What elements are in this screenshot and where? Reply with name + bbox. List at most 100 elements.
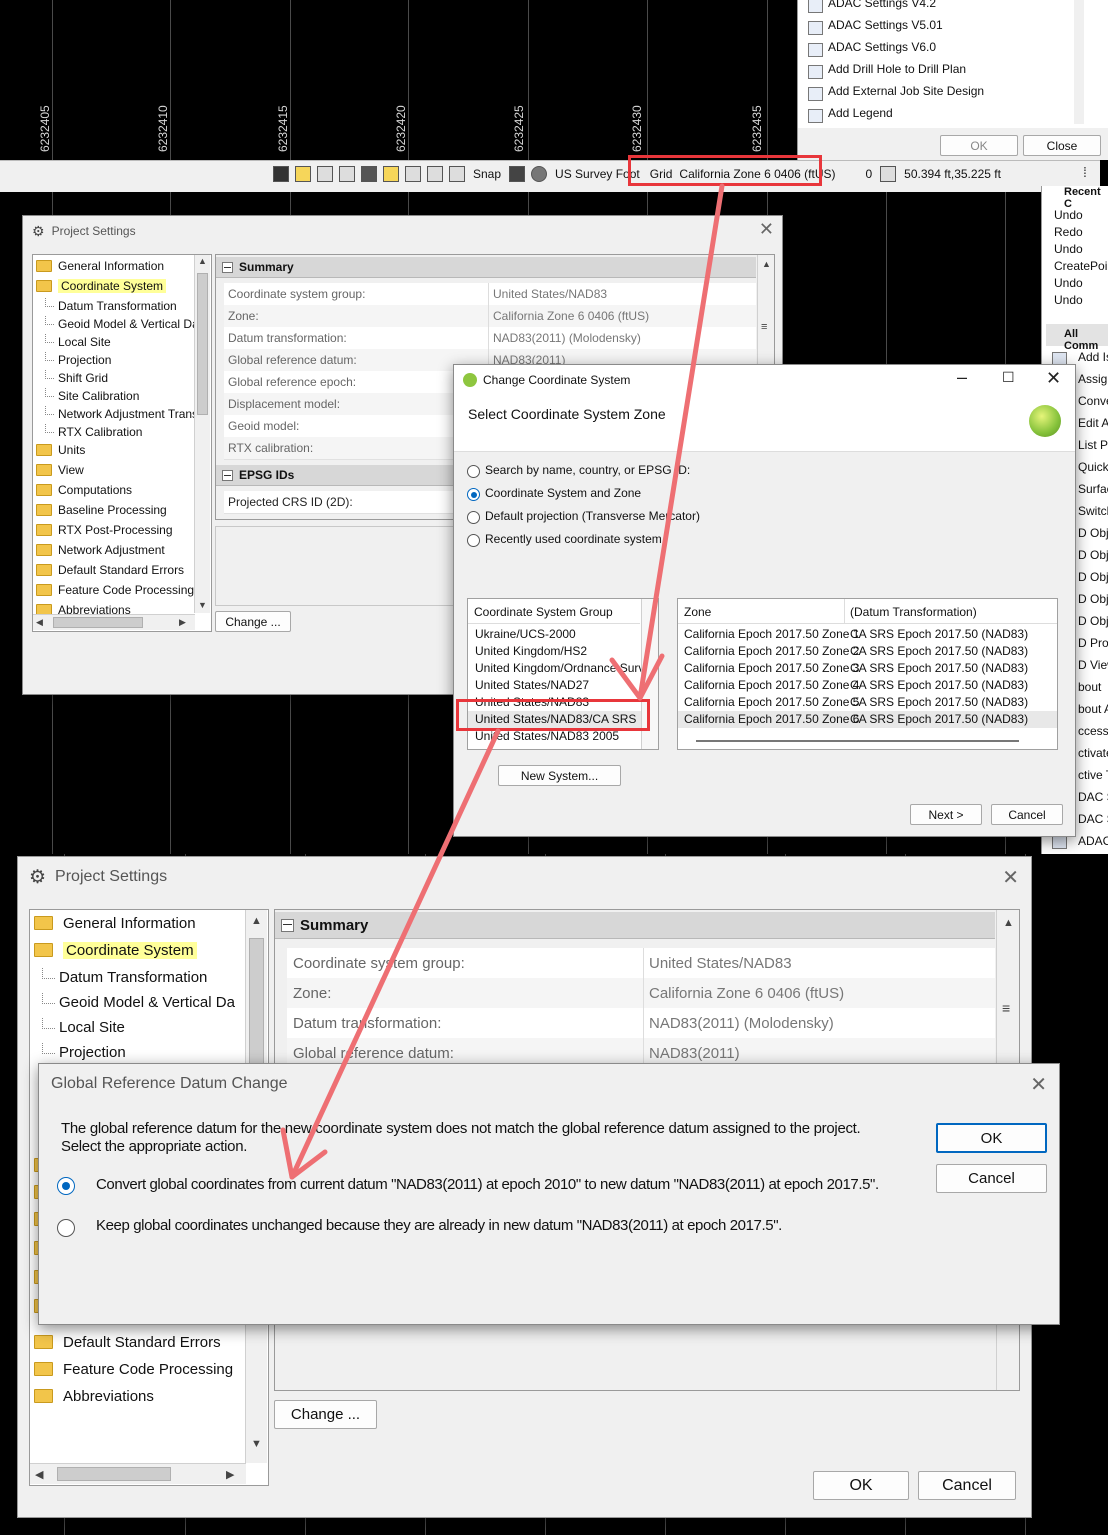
scroll-down-icon[interactable]: ▼ (198, 600, 207, 610)
command-item[interactable]: Conve (1078, 394, 1108, 408)
command-line-icon[interactable] (273, 166, 289, 182)
tree-item[interactable]: General Information (36, 257, 164, 275)
scroll-up-icon[interactable]: ▲ (251, 915, 262, 927)
command-item[interactable]: Add Is (1078, 350, 1108, 364)
scroll-right-icon[interactable]: ▶ (226, 1468, 234, 1481)
keep-radio[interactable] (57, 1219, 75, 1237)
scroll-left-icon[interactable]: ◀ (35, 1468, 43, 1481)
coordinate-group-item[interactable]: United Kingdom/HS2 (468, 643, 643, 660)
coordinate-group-item[interactable]: Ukraine/UCS-2000 (468, 626, 643, 643)
tree-horizontal-scrollbar[interactable]: ◀ ▶ (33, 614, 195, 630)
command-item[interactable]: D Obje (1078, 526, 1108, 540)
tree-item[interactable]: Default Standard Errors (34, 1330, 221, 1354)
settings-tree[interactable]: General Information Coordinate System Datu… (32, 254, 212, 632)
tree-item[interactable]: Network Adjustment (36, 541, 165, 559)
snap-label[interactable]: Snap (473, 167, 501, 181)
zone-item[interactable]: California Epoch 2017.50 Zone 3 (684, 660, 859, 677)
command-item[interactable]: D Proj (1078, 636, 1108, 650)
scroll-up-icon[interactable]: ▲ (1003, 917, 1014, 929)
menu-scrollbar[interactable] (1074, 0, 1084, 124)
tree-item[interactable]: RTX Post-Processing (36, 521, 173, 539)
tree-item[interactable]: Shift Grid (45, 369, 108, 387)
datum-transformation-item[interactable]: CA SRS Epoch 2017.50 (NAD83) (850, 660, 1028, 677)
command-item[interactable]: Switch (1078, 504, 1108, 518)
menu-close-button[interactable]: Close (1023, 135, 1101, 156)
tree-item[interactable]: Abbreviations (34, 1384, 154, 1408)
change-button[interactable]: Change ... (274, 1400, 377, 1429)
scroll-left-icon[interactable]: ◀ (36, 617, 43, 628)
command-item[interactable]: Surfac (1078, 482, 1108, 496)
ucs-icon[interactable] (449, 166, 465, 182)
command-item[interactable]: D Obje (1078, 614, 1108, 628)
command-item[interactable]: bout (1078, 680, 1101, 694)
polar-icon[interactable] (427, 166, 443, 182)
datum-transformation-item[interactable]: CA SRS Epoch 2017.50 (NAD83) (850, 626, 1028, 643)
scroll-up-icon[interactable]: ▲ (762, 259, 771, 269)
close-icon[interactable]: ✕ (1046, 368, 1061, 389)
coordinate-group-item[interactable]: United Kingdom/Ordnance Survey (468, 660, 657, 677)
tree-item[interactable]: Computations (36, 481, 132, 499)
tree-item[interactable]: View (36, 461, 84, 479)
zone-header[interactable]: Zone (684, 605, 711, 619)
datum-transformation-header[interactable]: (Datum Transformation) (850, 605, 977, 619)
tree-item[interactable]: Feature Code Processing (36, 581, 194, 599)
recent-command[interactable]: CreatePoint (1054, 259, 1108, 273)
command-item[interactable]: D Obje (1078, 570, 1108, 584)
coordinate-group-item[interactable]: United States/NAD27 (468, 677, 643, 694)
recent-command[interactable]: Undo (1054, 242, 1083, 256)
tree-item[interactable]: Coordinate System (34, 938, 197, 962)
menu-ok-button[interactable]: OK (940, 135, 1018, 156)
tree-item[interactable]: Local Site (45, 333, 111, 351)
scroll-up-icon[interactable]: ▲ (198, 256, 207, 266)
zone-item[interactable]: California Epoch 2017.50 Zone 6 (684, 711, 859, 728)
zone-item[interactable]: California Epoch 2017.50 Zone 4 (684, 677, 859, 694)
cancel-button[interactable]: Cancel (991, 804, 1063, 825)
tree-item[interactable]: Geoid Model & Vertical Da (42, 990, 235, 1014)
coordinate-option-radio[interactable] (467, 534, 480, 547)
command-item[interactable]: DAC S (1078, 812, 1108, 826)
tree-item[interactable]: Site Calibration (45, 387, 139, 405)
tree-item[interactable]: Projection (42, 1040, 126, 1064)
recent-command[interactable]: Redo (1054, 225, 1083, 239)
grid-toggle-icon[interactable] (383, 166, 399, 182)
tree-item[interactable]: Datum Transformation (42, 965, 207, 989)
ok-button[interactable]: OK (813, 1471, 909, 1500)
recent-command[interactable]: Undo (1054, 208, 1083, 222)
command-item[interactable]: List Pr (1078, 438, 1108, 452)
command-item[interactable]: ctivate (1078, 746, 1108, 760)
tree-item[interactable]: Feature Code Processing (34, 1357, 233, 1381)
collapse-icon[interactable] (222, 469, 233, 481)
coordinate-option-label[interactable]: Recently used coordinate system (485, 532, 662, 546)
command-item[interactable]: ccess (1078, 724, 1108, 738)
tree-item[interactable]: Coordinate System (36, 277, 167, 295)
coordinate-option-radio[interactable] (467, 511, 480, 524)
cancel-button[interactable]: Cancel (918, 1471, 1016, 1500)
coordinate-option-label[interactable]: Default projection (Transverse Mercator) (485, 509, 700, 523)
command-item[interactable]: Assign (1078, 372, 1108, 386)
command-item[interactable]: ctive T (1078, 768, 1108, 782)
next-button[interactable]: Next > (910, 804, 982, 825)
menu-item[interactable]: ADAC Settings V6.0 (828, 40, 936, 54)
new-system-button[interactable]: New System... (498, 765, 621, 786)
command-item[interactable]: Edit Al (1078, 416, 1108, 430)
command-item[interactable]: Quick (1078, 460, 1108, 474)
tree-vertical-scrollbar[interactable]: ▲ ▼ (194, 255, 210, 613)
command-item[interactable]: DAC S (1078, 790, 1108, 804)
zone-item[interactable]: California Epoch 2017.50 Zone 5 (684, 694, 859, 711)
zone-item[interactable]: California Epoch 2017.50 Zone 1 (684, 626, 859, 643)
datum-transformation-item[interactable]: CA SRS Epoch 2017.50 (NAD83) (850, 643, 1028, 660)
close-icon[interactable]: ✕ (759, 219, 774, 240)
zone-item[interactable]: California Epoch 2017.50 Zone 2 (684, 643, 859, 660)
change-button[interactable]: Change ... (215, 611, 291, 632)
scroll-right-icon[interactable]: ▶ (179, 617, 186, 628)
collapse-icon[interactable] (222, 261, 233, 273)
recent-command[interactable]: Undo (1054, 276, 1083, 290)
command-item[interactable]: ADAC S (1078, 834, 1108, 848)
collapse-icon[interactable] (281, 918, 294, 932)
convert-option-label[interactable]: Convert global coordinates from current … (96, 1176, 879, 1193)
keep-option-label[interactable]: Keep global coordinates unchanged becaus… (96, 1217, 782, 1234)
scroll-down-icon[interactable]: ▼ (251, 1438, 262, 1450)
minimize-icon[interactable]: – (957, 367, 967, 388)
tree-item[interactable]: Local Site (42, 1015, 125, 1039)
summary-header[interactable]: Summary (275, 912, 995, 939)
